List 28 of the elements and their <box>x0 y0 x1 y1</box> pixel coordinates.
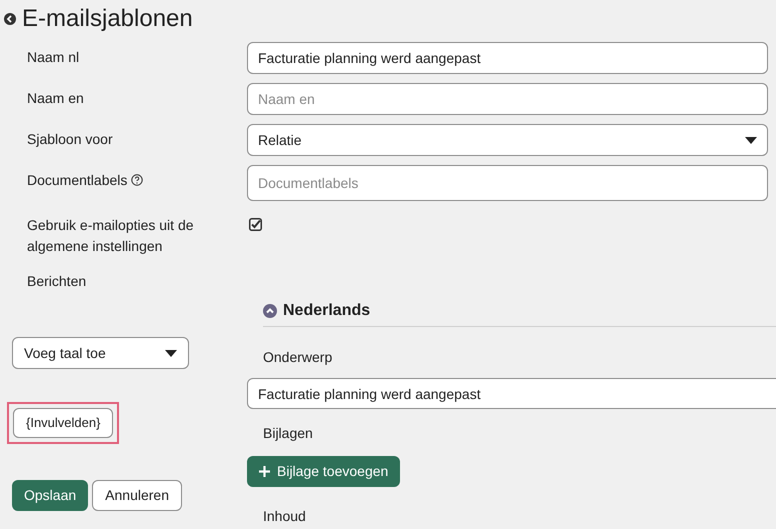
select-field[interactable]: Relatie <box>247 124 768 156</box>
field-label: Naam nl <box>27 48 80 67</box>
back-icon[interactable] <box>4 13 16 25</box>
caret-icon <box>745 136 757 144</box>
subject-field[interactable]: Facturatie planning werd aangepast <box>247 378 776 409</box>
page-title: E-mailsjablonen <box>22 7 193 31</box>
cancel-button[interactable]: Annuleren <box>92 480 182 511</box>
text-field[interactable]: Facturatie planning werd aangepast <box>247 42 768 74</box>
field-label: Sjabloon voor <box>27 130 113 149</box>
subject-label: Onderwerp <box>263 349 332 365</box>
content-label: Inhoud <box>263 508 306 524</box>
add-attachment-button[interactable]: Bijlage toevoegen <box>247 456 400 487</box>
text-field[interactable]: Naam en <box>247 83 768 115</box>
language-select[interactable]: Voeg taal toe <box>12 337 189 369</box>
field-label: Gebruik e-mailopties uit de algemene instellingen <box>27 216 195 256</box>
section-title: Nederlands <box>283 300 370 320</box>
attachments-label: Bijlagen <box>263 425 313 441</box>
help-icon[interactable] <box>131 174 144 186</box>
checkbox[interactable] <box>249 218 262 231</box>
text-field[interactable]: Documentlabels <box>247 165 768 201</box>
field-label: Naam en <box>27 89 84 108</box>
field-label: Berichten <box>27 272 86 291</box>
placeholders-button[interactable]: {Invulvelden} <box>13 408 114 438</box>
collapse-icon[interactable] <box>263 304 277 318</box>
field-label: Documentlabels <box>27 171 128 190</box>
plus-icon <box>259 466 270 477</box>
save-button[interactable]: Opslaan <box>12 480 88 511</box>
caret-icon <box>165 350 177 356</box>
